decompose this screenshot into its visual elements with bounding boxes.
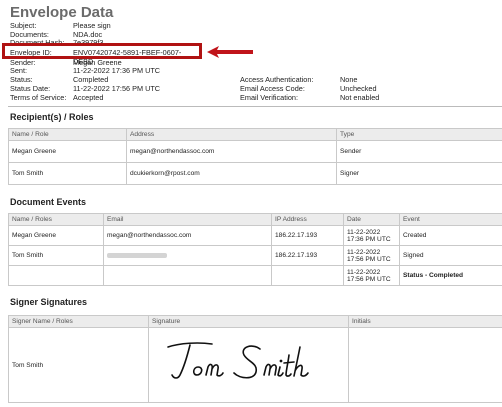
event-type: Signed xyxy=(399,245,502,266)
meta-subject-value: Please sign xyxy=(73,21,111,30)
redacted-email-blur xyxy=(107,252,167,258)
envelope-id-highlight: Envelope ID: ENV07420742-5891-FBEF-0607-… xyxy=(2,43,202,66)
recipients-col-name: Name / Role xyxy=(8,128,127,141)
meta-subject-label: Subject: xyxy=(10,21,37,30)
meta-status-label: Status: xyxy=(10,75,33,84)
event-ip xyxy=(271,265,344,286)
signatures-heading: Signer Signatures xyxy=(10,297,88,307)
event-date: 11-22-2022 17:36 PM UTC xyxy=(343,225,400,246)
event-email-redacted xyxy=(103,245,272,266)
events-table: Name / Roles Email IP Address Date Event… xyxy=(8,213,502,286)
meta-email-verif-value: Not enabled xyxy=(340,93,380,102)
envelope-id-label: Envelope ID: xyxy=(10,48,52,57)
recipient-name: Tom Smith xyxy=(8,162,127,185)
meta-access-auth-label: Access Authentication: xyxy=(240,75,314,84)
meta-access-auth-value: None xyxy=(340,75,358,84)
signer-name: Tom Smith xyxy=(8,327,149,403)
meta-sent-label: Sent: xyxy=(10,66,28,75)
meta-status-date-value: 11-22-2022 17:56 PM UTC xyxy=(73,84,161,93)
event-email: megan@northendassoc.com xyxy=(103,225,272,246)
recipients-col-address: Address xyxy=(126,128,337,141)
table-row: 11-22-2022 17:56 PM UTC Status - Complet… xyxy=(8,265,502,286)
recipient-name: Megan Greene xyxy=(8,140,127,163)
divider xyxy=(8,106,502,107)
event-name: Tom Smith xyxy=(8,245,104,266)
envelope-id-value: ENV07420742-5891-FBEF-0607-DEBD xyxy=(73,48,182,66)
signatures-col-signature: Signature xyxy=(148,315,349,328)
event-ip: 186.22.17.193 xyxy=(271,245,344,266)
meta-email-verif-label: Email Verification: xyxy=(240,93,298,102)
event-type: Created xyxy=(399,225,502,246)
event-email xyxy=(103,265,272,286)
recipients-col-type: Type xyxy=(336,128,502,141)
event-date: 11-22-2022 17:56 PM UTC xyxy=(343,265,400,286)
table-row: Megan Greene megan@northendassoc.com 186… xyxy=(8,225,502,246)
events-col-date: Date xyxy=(343,213,400,226)
meta-email-access-value: Unchecked xyxy=(340,84,377,93)
recipients-heading: Recipient(s) / Roles xyxy=(10,112,94,122)
event-name xyxy=(8,265,104,286)
meta-email-access-label: Email Access Code: xyxy=(240,84,305,93)
meta-email-access: Email Access Code: Unchecked xyxy=(240,84,377,93)
meta-sent-value: 11-22-2022 17:36 PM UTC xyxy=(73,66,161,75)
initials-cell xyxy=(348,327,502,403)
table-row: Tom Smith dcukierkorn@rpost.com Signer xyxy=(8,162,502,185)
events-col-ip: IP Address xyxy=(271,213,344,226)
event-name: Megan Greene xyxy=(8,225,104,246)
event-type-status: Status - Completed xyxy=(399,265,502,286)
meta-terms-value: Accepted xyxy=(73,93,104,102)
events-col-event: Event xyxy=(399,213,502,226)
recipient-address: dcukierkorn@rpost.com xyxy=(126,162,337,185)
meta-terms-label: Terms of Service: xyxy=(10,93,67,102)
table-row: Tom Smith 186.22.17.193 11-22-2022 17:56… xyxy=(8,245,502,266)
recipients-table: Name / Role Address Type Megan Greene me… xyxy=(8,128,502,185)
signature-image xyxy=(167,342,309,379)
page-title: Envelope Data xyxy=(10,4,114,21)
recipient-type: Sender xyxy=(336,140,502,163)
meta-access-auth: Access Authentication: None xyxy=(240,75,357,84)
red-arrow-icon xyxy=(207,46,253,58)
events-col-name: Name / Roles xyxy=(8,213,104,226)
recipient-address: megan@northendassoc.com xyxy=(126,140,337,163)
event-ip: 186.22.17.193 xyxy=(271,225,344,246)
event-date: 11-22-2022 17:56 PM UTC xyxy=(343,245,400,266)
events-col-email: Email xyxy=(103,213,272,226)
meta-status-date-label: Status Date: xyxy=(10,84,51,93)
signatures-col-initials: Initials xyxy=(348,315,502,328)
meta-email-verif: Email Verification: Not enabled xyxy=(240,93,379,102)
table-row: Megan Greene megan@northendassoc.com Sen… xyxy=(8,140,502,163)
events-heading: Document Events xyxy=(10,197,87,207)
signatures-col-name: Signer Name / Roles xyxy=(8,315,149,328)
recipient-type: Signer xyxy=(336,162,502,185)
meta-status-value: Completed xyxy=(73,75,109,84)
